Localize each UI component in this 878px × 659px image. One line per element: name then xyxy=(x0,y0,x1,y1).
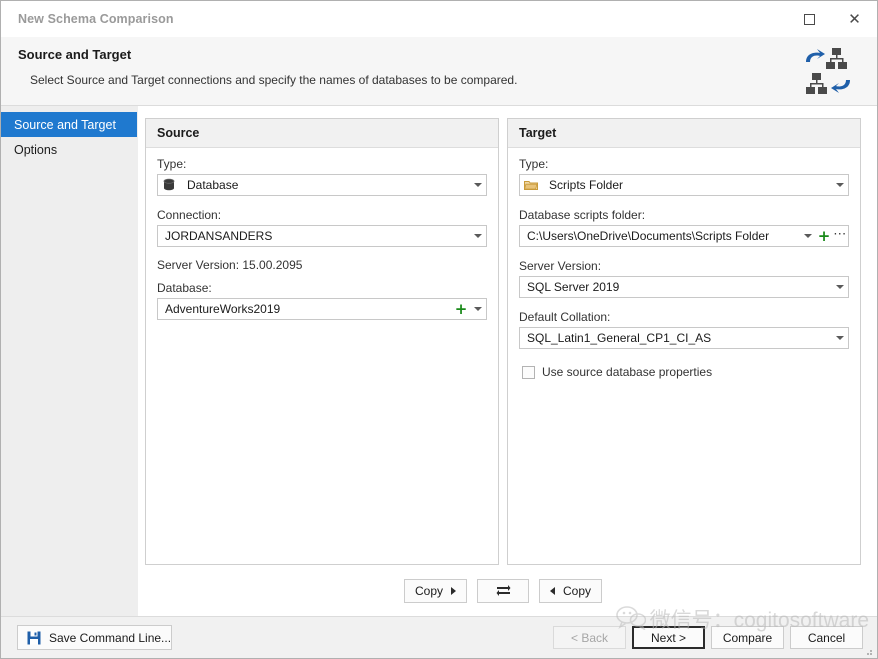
swap-icon xyxy=(496,583,511,599)
target-scripts-folder-combobox[interactable]: C:\Users\OneDrive\Documents\Scripts Fold… xyxy=(519,225,849,247)
browse-folder-ellipsis-icon[interactable]: ⋯ xyxy=(832,226,848,246)
source-connection-label: Connection: xyxy=(157,208,222,222)
chevron-down-icon xyxy=(803,234,812,238)
target-panel-title: Target xyxy=(508,119,860,148)
save-command-line-button[interactable]: Save Command Line... xyxy=(17,625,173,650)
close-icon: ✕ xyxy=(848,9,861,28)
footer-navigation-buttons: < Back Next > Compare Cancel xyxy=(553,626,863,649)
maximize-button[interactable] xyxy=(787,1,832,37)
target-scripts-folder-dropdown-arrow[interactable] xyxy=(799,226,816,246)
source-type-dropdown-arrow[interactable] xyxy=(469,175,486,195)
target-panel: Target Type: Scripts Folder Database scr… xyxy=(507,118,861,565)
chevron-down-icon xyxy=(835,183,844,187)
target-type-combobox[interactable]: Scripts Folder xyxy=(519,174,849,196)
database-icon xyxy=(161,177,177,193)
copy-to-source-label: Copy xyxy=(563,584,592,598)
panels-row: Source Type: Database Connection: JORDAN… xyxy=(145,118,861,565)
target-scripts-folder-label: Database scripts folder: xyxy=(519,208,646,222)
target-panel-body: Type: Scripts Folder Database scripts fo… xyxy=(508,148,860,564)
maximize-icon xyxy=(804,13,815,25)
source-type-label: Type: xyxy=(157,157,187,171)
close-button[interactable]: ✕ xyxy=(832,1,877,37)
window-title: New Schema Comparison xyxy=(18,12,174,26)
copy-to-target-button[interactable]: Copy xyxy=(403,579,467,603)
new-schema-comparison-dialog: New Schema Comparison ✕ Source and Targe… xyxy=(0,0,878,659)
sidebar: Source and Target Options xyxy=(1,106,138,616)
chevron-down-icon xyxy=(473,234,482,238)
title-bar: New Schema Comparison ✕ xyxy=(1,1,877,37)
page-subtitle: Select Source and Target connections and… xyxy=(30,73,518,87)
cancel-button[interactable]: Cancel xyxy=(790,626,863,649)
target-type-dropdown-arrow[interactable] xyxy=(831,175,848,195)
folder-icon xyxy=(523,177,539,193)
dialog-header: Source and Target Select Source and Targ… xyxy=(1,37,877,106)
compare-label: Compare xyxy=(722,630,773,645)
dialog-footer: Save Command Line... < Back Next > Compa… xyxy=(1,616,877,658)
sidebar-item-label: Options xyxy=(14,142,58,157)
window-controls: ✕ xyxy=(787,1,877,37)
swap-source-target-button[interactable] xyxy=(477,579,529,603)
source-panel: Source Type: Database Connection: JORDAN… xyxy=(145,118,499,565)
target-type-value: Scripts Folder xyxy=(549,178,624,192)
target-server-version-value: SQL Server 2019 xyxy=(527,280,620,294)
source-database-value: AdventureWorks2019 xyxy=(165,302,281,316)
source-database-label: Database: xyxy=(157,281,212,295)
chevron-down-icon xyxy=(835,285,844,289)
chevron-down-icon xyxy=(473,183,482,187)
source-type-value: Database xyxy=(187,178,239,192)
source-database-dropdown-arrow[interactable] xyxy=(469,299,486,319)
target-collation-value: SQL_Latin1_General_CP1_CI_AS xyxy=(527,331,712,345)
source-panel-title: Source xyxy=(146,119,498,148)
compare-button[interactable]: Compare xyxy=(711,626,784,649)
sidebar-item-label: Source and Target xyxy=(14,117,116,132)
back-button[interactable]: < Back xyxy=(553,626,626,649)
source-panel-body: Type: Database Connection: JORDANSANDERS… xyxy=(146,148,498,564)
target-type-label: Type: xyxy=(519,157,549,171)
sidebar-item-options[interactable]: Options xyxy=(1,137,137,162)
arrow-right-icon xyxy=(451,587,456,595)
next-label: Next > xyxy=(650,630,686,645)
dialog-body: Source and Target Options Source Type: D… xyxy=(1,106,877,616)
content-area: Source Type: Database Connection: JORDAN… xyxy=(138,106,877,616)
source-database-combobox[interactable]: AdventureWorks2019 + xyxy=(157,298,487,320)
use-source-database-properties-checkbox[interactable] xyxy=(522,365,535,379)
sidebar-item-source-and-target[interactable]: Source and Target xyxy=(1,112,137,137)
page-title: Source and Target xyxy=(18,47,132,62)
target-collation-label: Default Collation: xyxy=(519,310,611,324)
floppy-disk-icon xyxy=(27,631,41,645)
chevron-down-icon xyxy=(835,336,844,340)
cancel-label: Cancel xyxy=(807,630,846,645)
copy-swap-actions: Copy Copy xyxy=(145,579,861,603)
source-server-version: Server Version: 15.00.2095 xyxy=(157,258,303,272)
source-connection-combobox[interactable]: JORDANSANDERS xyxy=(157,225,487,247)
source-connection-dropdown-arrow[interactable] xyxy=(469,226,486,246)
source-connection-value: JORDANSANDERS xyxy=(165,229,273,243)
schema-comparison-icon xyxy=(800,46,856,98)
target-server-version-combobox[interactable]: SQL Server 2019 xyxy=(519,276,849,298)
back-label: < Back xyxy=(570,630,609,645)
target-server-version-dropdown-arrow[interactable] xyxy=(831,277,848,297)
copy-to-target-label: Copy xyxy=(414,584,443,598)
use-source-database-properties-row[interactable]: Use source database properties xyxy=(519,365,849,379)
arrow-left-icon xyxy=(550,587,555,595)
copy-to-source-button[interactable]: Copy xyxy=(539,579,603,603)
chevron-down-icon xyxy=(473,307,482,311)
source-type-combobox[interactable]: Database xyxy=(157,174,487,196)
add-scripts-folder-icon[interactable]: + xyxy=(816,228,832,244)
use-source-database-properties-label: Use source database properties xyxy=(542,365,713,379)
target-server-version-label: Server Version: xyxy=(519,259,602,273)
add-database-icon[interactable]: + xyxy=(453,301,469,317)
target-scripts-folder-value: C:\Users\OneDrive\Documents\Scripts Fold… xyxy=(527,229,770,243)
target-collation-combobox[interactable]: SQL_Latin1_General_CP1_CI_AS xyxy=(519,327,849,349)
save-command-line-label: Save Command Line... xyxy=(49,630,172,645)
resize-grip[interactable] xyxy=(863,645,873,655)
target-collation-dropdown-arrow[interactable] xyxy=(831,328,848,348)
next-button[interactable]: Next > xyxy=(632,626,705,649)
